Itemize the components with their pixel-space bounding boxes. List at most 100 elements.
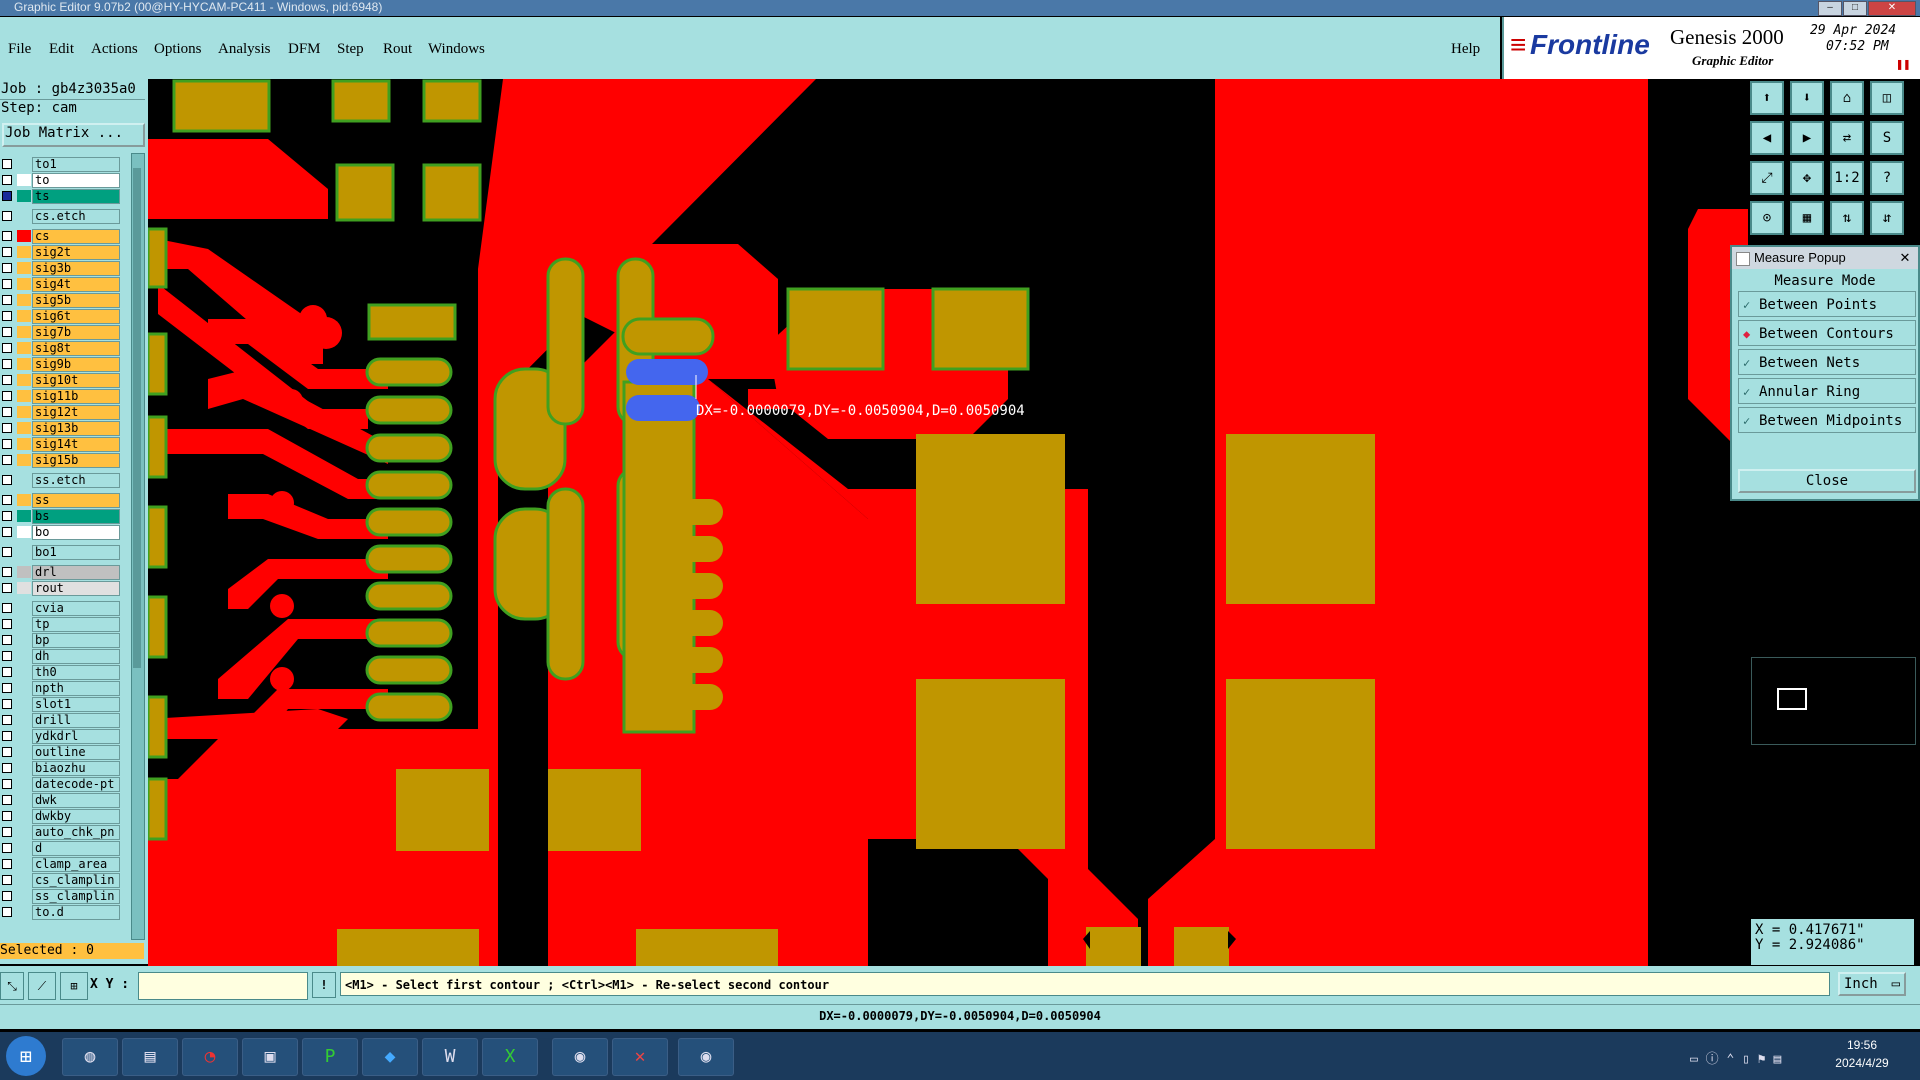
layer-checkbox[interactable] (2, 423, 12, 433)
menu-windows[interactable]: Windows (428, 41, 485, 58)
layer-row-cs-clamplin[interactable]: cs_clamplin (0, 873, 120, 888)
layer-name[interactable]: dwk (32, 793, 120, 808)
layer-name[interactable]: to.d (32, 905, 120, 920)
layer-checkbox[interactable] (2, 547, 12, 557)
layer-row-biaozhu[interactable]: biaozhu (0, 761, 120, 776)
layer-row-ydkdrl[interactable]: ydkdrl (0, 729, 120, 744)
layer-checkbox[interactable] (2, 475, 12, 485)
layer-row-ss[interactable]: ss (0, 493, 120, 508)
overview-viewport[interactable] (1777, 688, 1807, 710)
layer-color-swatch[interactable] (17, 406, 31, 418)
minimize-button[interactable]: – (1818, 1, 1842, 16)
layer-row-cs-etch[interactable]: cs.etch (0, 209, 120, 224)
menu-actions[interactable]: Actions (91, 41, 138, 58)
flip-icon[interactable]: ⇄ (1830, 121, 1864, 155)
center-icon[interactable]: ✥ (1790, 161, 1824, 195)
layer-checkbox[interactable] (2, 731, 12, 741)
layer-color-swatch[interactable] (17, 546, 31, 558)
layer-row-tp[interactable]: tp (0, 617, 120, 632)
layer-row-sig11b[interactable]: sig11b (0, 389, 120, 404)
layer-color-swatch[interactable] (17, 374, 31, 386)
close-window-button[interactable]: ✕ (1868, 1, 1916, 16)
layer-name[interactable]: rout (32, 581, 120, 596)
layer-name[interactable]: sig2t (32, 245, 120, 260)
layer-row-to-d[interactable]: to.d (0, 905, 120, 920)
layer-checkbox[interactable] (2, 359, 12, 369)
layer-checkbox[interactable] (2, 511, 12, 521)
layer-checkbox[interactable] (2, 907, 12, 917)
layer-color-swatch[interactable] (17, 438, 31, 450)
layer-name[interactable]: cs.etch (32, 209, 120, 224)
layer-row-datecode-pt[interactable]: datecode-pt (0, 777, 120, 792)
layer-name[interactable]: sig12t (32, 405, 120, 420)
layer-name[interactable]: th0 (32, 665, 120, 680)
layer-row-ts[interactable]: ts (0, 189, 120, 204)
layer-row-bo[interactable]: bo (0, 525, 120, 540)
layer-row-sig9b[interactable]: sig9b (0, 357, 120, 372)
layer-row-slot1[interactable]: slot1 (0, 697, 120, 712)
menu-dfm[interactable]: DFM (288, 41, 321, 58)
layer-row-dwkby[interactable]: dwkby (0, 809, 120, 824)
layer-row-bs[interactable]: bs (0, 509, 120, 524)
layer-row-sig7b[interactable]: sig7b (0, 325, 120, 340)
layer-color-swatch[interactable] (17, 566, 31, 578)
grid-icon[interactable]: ▦ (1790, 201, 1824, 235)
layer-checkbox[interactable] (2, 295, 12, 305)
layer-checkbox[interactable] (2, 683, 12, 693)
fit-icon[interactable]: ⤢ (1750, 161, 1784, 195)
layer-name[interactable]: to1 (32, 157, 120, 172)
layer-color-swatch[interactable] (17, 650, 31, 662)
layer-row-sig8t[interactable]: sig8t (0, 341, 120, 356)
layer-color-swatch[interactable] (17, 682, 31, 694)
layer-row-drl[interactable]: drl (0, 565, 120, 580)
job-matrix-button[interactable]: Job Matrix ... (2, 123, 145, 147)
layer-checkbox[interactable] (2, 407, 12, 417)
layer-name[interactable]: auto_chk_pn (32, 825, 120, 840)
zoom-back-icon[interactable]: ⬇ (1790, 81, 1824, 115)
layer-color-swatch[interactable] (17, 326, 31, 338)
scrollbar-thumb[interactable] (133, 168, 141, 668)
layer-row-d[interactable]: d (0, 841, 120, 856)
layer-checkbox[interactable] (2, 635, 12, 645)
layer-color-swatch[interactable] (17, 826, 31, 838)
layer-color-swatch[interactable] (17, 730, 31, 742)
layer-row-sig5b[interactable]: sig5b (0, 293, 120, 308)
layer-color-swatch[interactable] (17, 618, 31, 630)
layer-name[interactable]: sig10t (32, 373, 120, 388)
layer-color-swatch[interactable] (17, 794, 31, 806)
layer-name[interactable]: bo1 (32, 545, 120, 560)
xy-input[interactable] (138, 972, 308, 1000)
layer-checkbox[interactable] (2, 439, 12, 449)
layer-color-swatch[interactable] (17, 714, 31, 726)
layer-name[interactable]: ss_clamplin (32, 889, 120, 904)
menu-rout[interactable]: Rout (383, 41, 412, 58)
menu-analysis[interactable]: Analysis (218, 41, 271, 58)
layer-checkbox[interactable] (2, 715, 12, 725)
layer-color-swatch[interactable] (17, 158, 31, 170)
measure-mode-between-nets[interactable]: ✓ Between Nets (1738, 349, 1916, 375)
layer-name[interactable]: sig15b (32, 453, 120, 468)
layers-up-icon[interactable]: ⇅ (1830, 201, 1864, 235)
snap-icon[interactable]: S (1870, 121, 1904, 155)
layer-color-swatch[interactable] (17, 358, 31, 370)
layer-row-sig15b[interactable]: sig15b (0, 453, 120, 468)
layer-name[interactable]: bs (32, 509, 120, 524)
layer-color-swatch[interactable] (17, 582, 31, 594)
scale-1-2-icon[interactable]: 1:2 (1830, 161, 1864, 195)
layer-checkbox[interactable] (2, 875, 12, 885)
layer-checkbox[interactable] (2, 391, 12, 401)
measure-icon[interactable]: ⊙ (1750, 201, 1784, 235)
layer-checkbox[interactable] (2, 567, 12, 577)
layer-row-ss-clamplin[interactable]: ss_clamplin (0, 889, 120, 904)
layer-name[interactable]: ts (32, 189, 120, 204)
browser-app-icon[interactable]: ◔ (182, 1038, 238, 1076)
layer-checkbox[interactable] (2, 247, 12, 257)
layer-checkbox[interactable] (2, 311, 12, 321)
layer-name[interactable]: dh (32, 649, 120, 664)
layer-row-dh[interactable]: dh (0, 649, 120, 664)
graphics-canvas[interactable]: DX=-0.0000079,DY=-0.0050904,D=0.0050904 (148, 79, 1748, 966)
layer-color-swatch[interactable] (17, 310, 31, 322)
layer-row-sig2t[interactable]: sig2t (0, 245, 120, 260)
layer-row-clamp-area[interactable]: clamp_area (0, 857, 120, 872)
layer-checkbox[interactable] (2, 699, 12, 709)
